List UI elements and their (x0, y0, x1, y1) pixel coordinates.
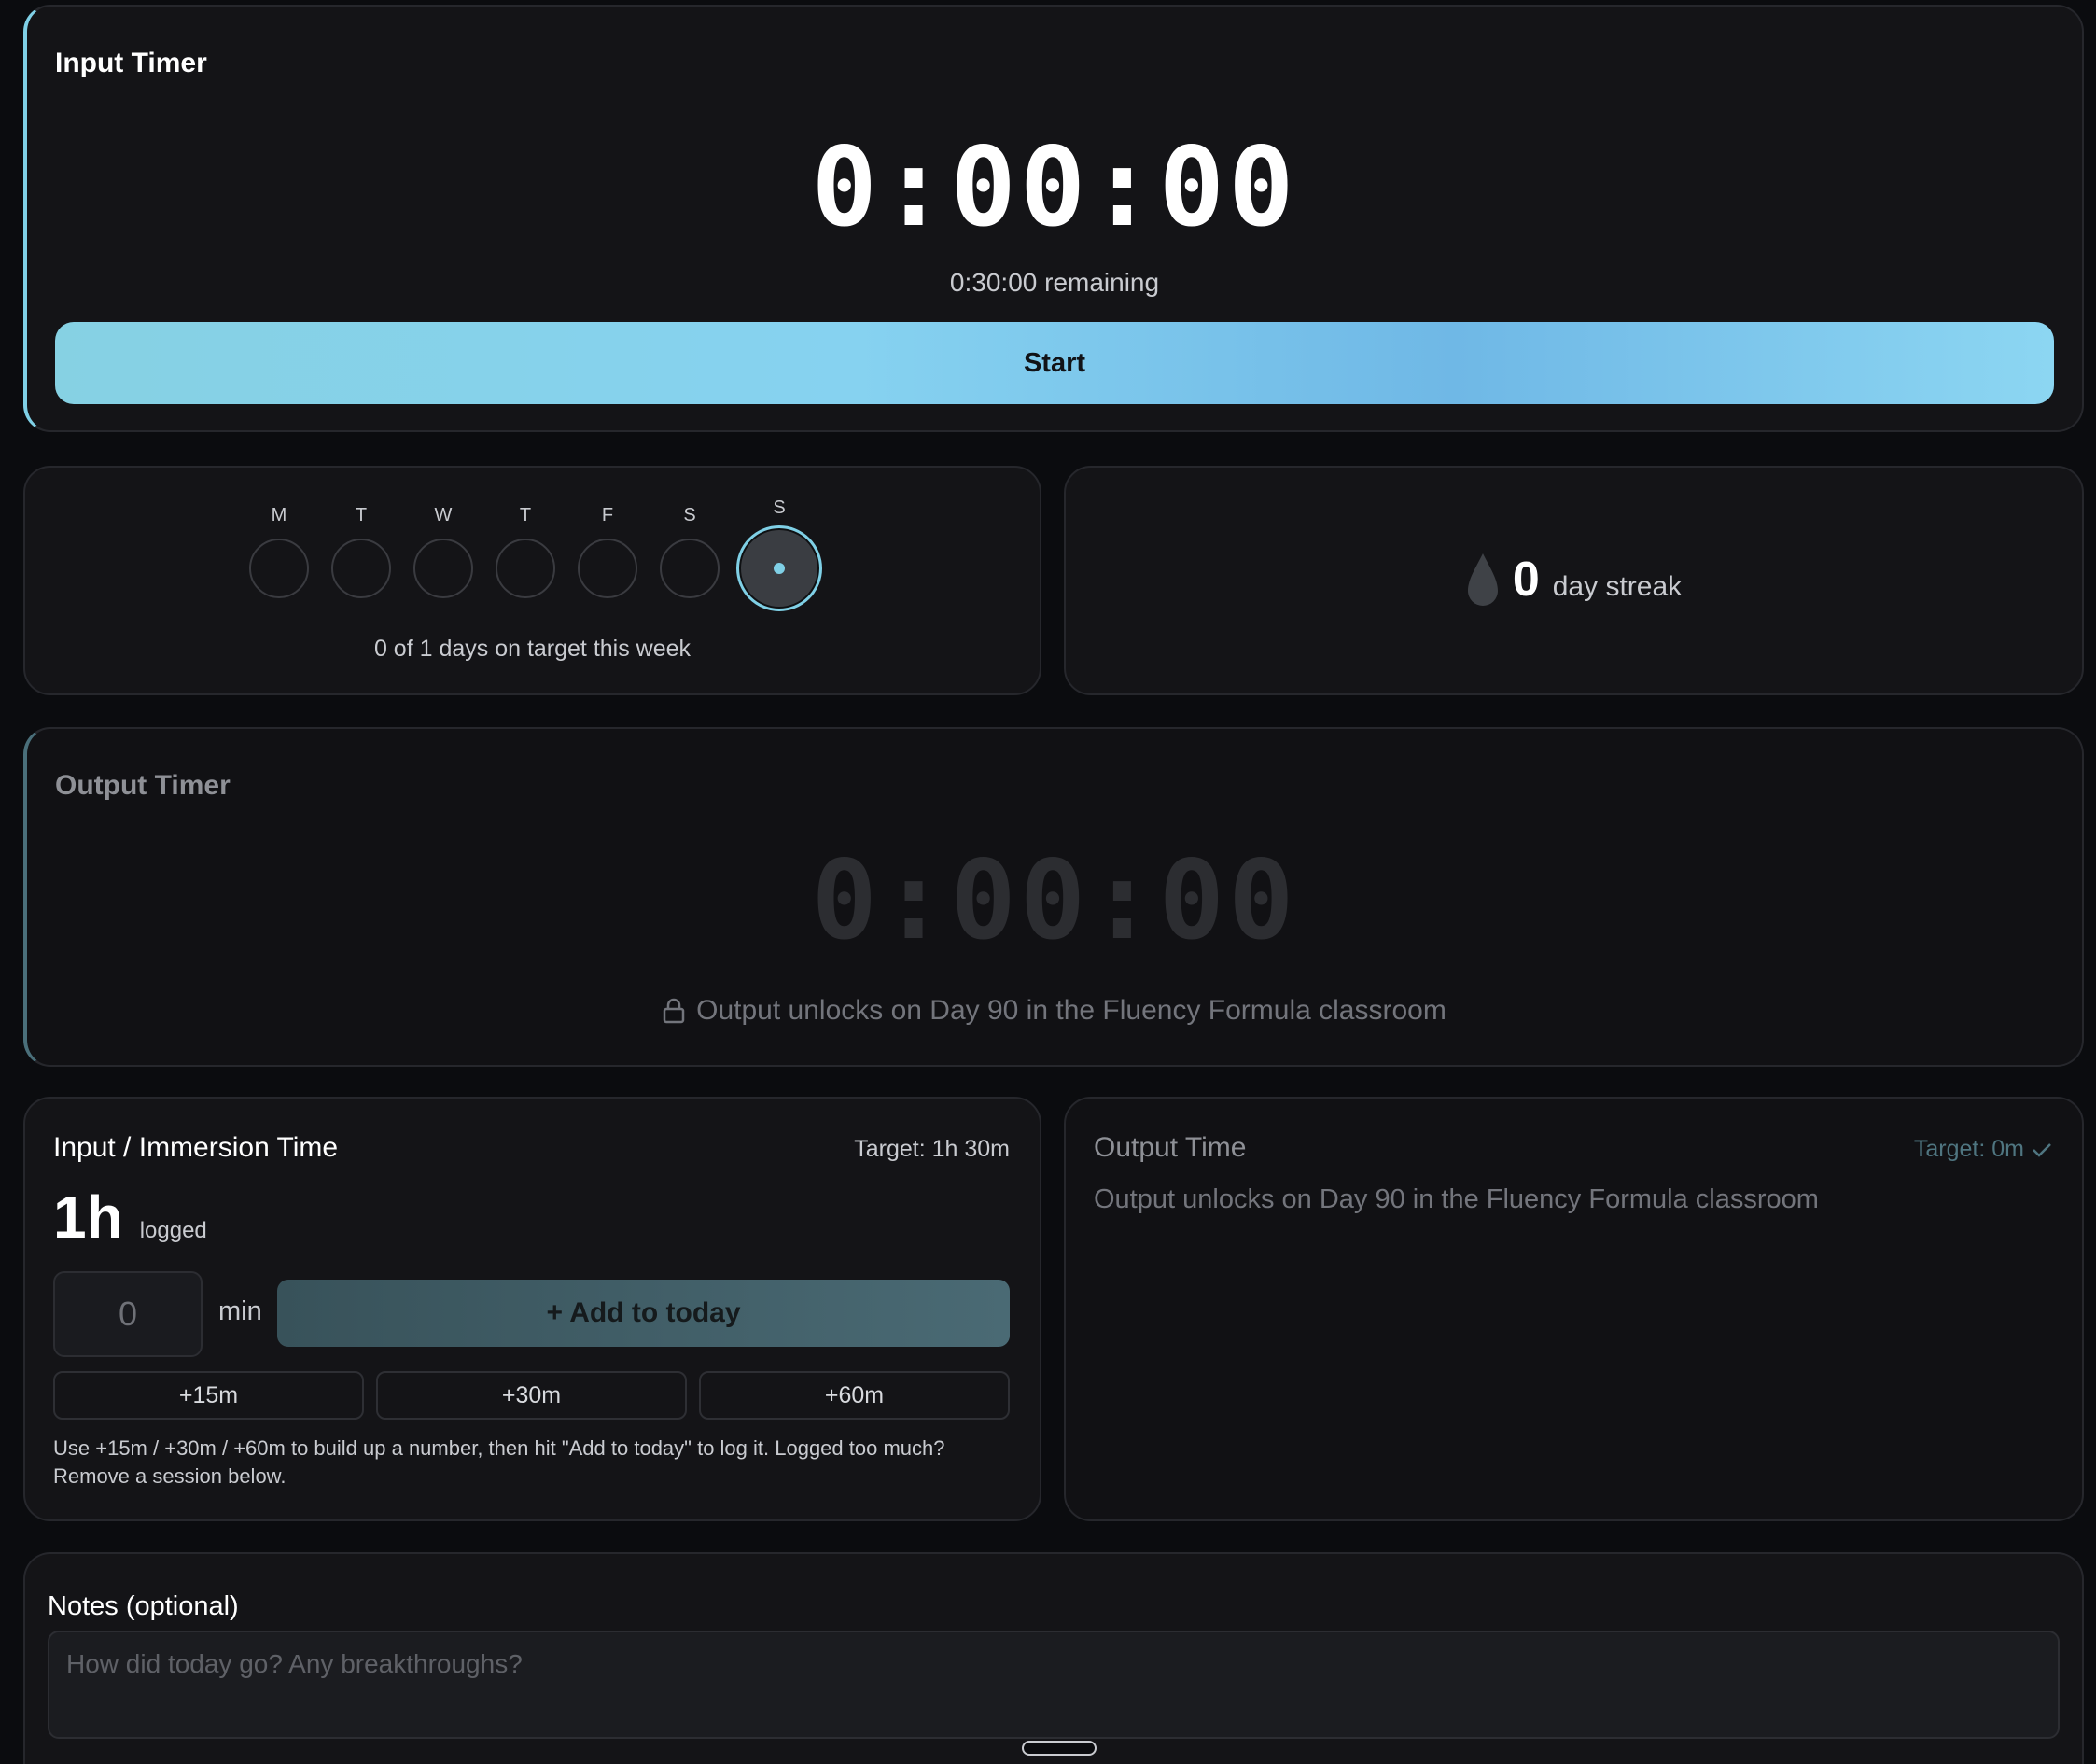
logged-value: 1h (53, 1183, 123, 1251)
day-circle (413, 539, 473, 598)
streak-count: 0 (1512, 553, 1540, 607)
notes-card: Notes (optional) (23, 1552, 2084, 1764)
drop-icon (1467, 553, 1498, 606)
minutes-input[interactable] (53, 1271, 203, 1357)
notes-title: Notes (optional) (48, 1591, 239, 1621)
day-circle-today (736, 525, 822, 611)
day-letter: S (683, 505, 696, 525)
input-time-card: Input / Immersion Time Target: 1h 30m 1h… (23, 1097, 1041, 1521)
day-letter: T (519, 505, 532, 525)
output-time-card: Output Time Target: 0m Output unlocks on… (1064, 1097, 2084, 1521)
quick-add-30-button[interactable]: +30m (376, 1371, 687, 1420)
day-sunday-today: S (736, 497, 822, 611)
input-timer-title: Input Timer (55, 48, 207, 78)
day-letter: F (601, 505, 614, 525)
input-timer-display: 0:00:00 (811, 123, 1298, 251)
input-time-target: Target: 1h 30m (854, 1136, 1010, 1162)
logged-label: logged (139, 1218, 207, 1243)
check-icon (2033, 1142, 2051, 1157)
day-letter: M (271, 505, 287, 525)
week-card: M T W T F S S 0 of 1 days on target this… (23, 466, 1041, 695)
day-wednesday: W (413, 505, 473, 598)
streak-card: 0 day streak (1064, 466, 2084, 695)
day-friday: F (578, 505, 637, 598)
logged-row: 1h logged (53, 1183, 207, 1252)
output-locked-text: Output unlocks on Day 90 in the Fluency … (696, 995, 1446, 1026)
day-thursday: T (496, 505, 555, 598)
output-timer-card: Output Timer 0:00:00 Output unlocks on D… (23, 727, 2084, 1067)
quick-add-row: +15m +30m +60m (53, 1371, 1010, 1420)
resize-handle[interactable] (1022, 1741, 1097, 1756)
minutes-unit: min (218, 1296, 262, 1326)
output-timer-display: 0:00:00 (811, 836, 1298, 964)
output-time-target: Target: 0m (1914, 1136, 2052, 1163)
day-circle (660, 539, 720, 598)
lock-icon (663, 998, 685, 1024)
streak: 0 day streak (1066, 552, 2082, 609)
day-letter: T (355, 505, 368, 525)
day-letter: W (434, 505, 453, 525)
notes-input[interactable] (48, 1631, 2060, 1739)
week-caption: 0 of 1 days on target this week (373, 636, 692, 662)
day-circle (249, 539, 309, 598)
day-circle (578, 539, 637, 598)
output-time-target-text: Target: 0m (1913, 1136, 2024, 1162)
day-circle (331, 539, 391, 598)
page: Input Timer 0:00:00 0:30:00 remaining St… (0, 0, 2096, 1764)
day-circle (496, 539, 555, 598)
input-timer-card: Input Timer 0:00:00 0:30:00 remaining St… (23, 5, 2084, 432)
help-text: Use +15m / +30m / +60m to build up a num… (53, 1436, 945, 1488)
day-tuesday: T (331, 505, 391, 598)
day-saturday: S (660, 505, 720, 598)
streak-label: day streak (1552, 571, 1683, 602)
quick-add-60-button[interactable]: +60m (699, 1371, 1010, 1420)
input-time-title: Input / Immersion Time (53, 1132, 339, 1163)
output-timer-title: Output Timer (55, 770, 231, 801)
add-to-today-button[interactable]: + Add to today (277, 1280, 1010, 1347)
input-timer-remaining: 0:30:00 remaining (949, 268, 1160, 297)
day-letter: S (773, 497, 786, 518)
output-time-title: Output Time (1094, 1132, 1247, 1163)
output-locked-message: Output unlocks on Day 90 in the Fluency … (27, 995, 2082, 1027)
output-time-description: Output unlocks on Day 90 in the Fluency … (1094, 1184, 1819, 1214)
day-monday: M (249, 505, 309, 598)
today-dot (774, 563, 785, 574)
quick-add-15-button[interactable]: +15m (53, 1371, 364, 1420)
start-button[interactable]: Start (55, 322, 2054, 404)
